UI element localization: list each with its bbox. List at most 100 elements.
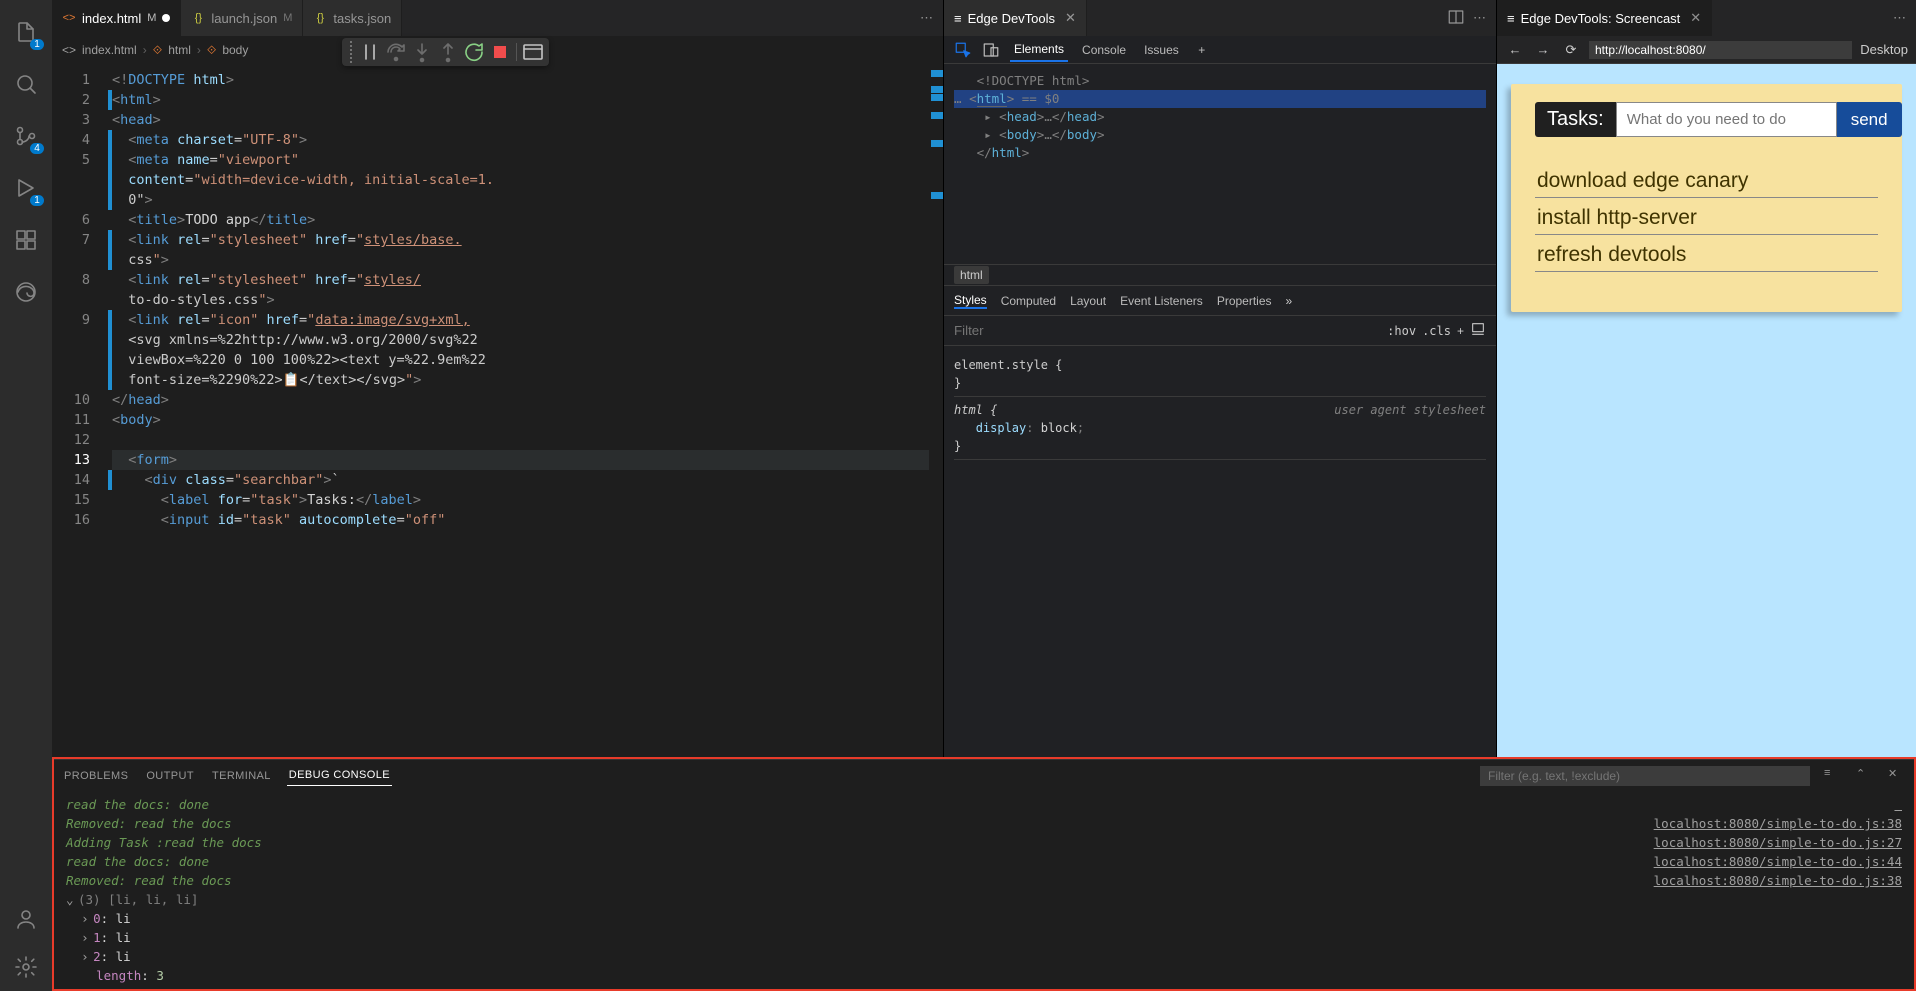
add-tab-icon[interactable]: + [1193, 41, 1211, 59]
wrap-lines-icon[interactable]: ≡ [1824, 767, 1842, 785]
todo-app: Tasks: send download edge canaryinstall … [1511, 84, 1902, 312]
code-editor[interactable]: 12345678910111213141516 <!DOCTYPE html><… [52, 64, 943, 757]
settings-gear-icon[interactable] [2, 943, 50, 991]
close-panel-icon[interactable]: ✕ [1888, 767, 1906, 785]
todo-item[interactable]: install http-server [1535, 198, 1878, 235]
restart-icon[interactable] [462, 40, 486, 64]
devtools-tabs: ≡ Edge DevTools ✕ ⋯ [944, 0, 1496, 36]
source-link[interactable]: localhost:8080/simple-to-do.js:38 [1622, 871, 1902, 890]
task-input[interactable] [1616, 102, 1837, 137]
add-rule-icon[interactable]: + [1457, 324, 1464, 338]
step-into-icon[interactable] [410, 40, 434, 64]
dom-node[interactable]: <!DOCTYPE html> [977, 73, 1090, 88]
collapse-icon[interactable]: ⌃ [1856, 767, 1874, 785]
source-link[interactable]: localhost:8080/simple-to-do.js:44 [1622, 852, 1902, 871]
extensions-icon[interactable] [2, 216, 50, 264]
tab-tasks-json[interactable]: {} tasks.json [303, 0, 402, 36]
source-control-icon[interactable]: 4 [2, 112, 50, 160]
more-actions-icon[interactable]: ⋯ [920, 10, 933, 26]
dirty-dot-icon [162, 14, 170, 22]
dom-breadcrumb[interactable]: html [944, 264, 1496, 286]
tab-layout[interactable]: Layout [1070, 294, 1106, 308]
screencast-tabs: ≡ Edge DevTools: Screencast ✕ ⋯ [1497, 0, 1916, 36]
brace: } [954, 374, 1486, 392]
css-value[interactable]: block [1041, 421, 1077, 435]
more-actions-icon[interactable]: ⋯ [1893, 10, 1906, 26]
json-file-icon: {} [313, 11, 327, 25]
tab-elements[interactable]: Elements [1010, 38, 1068, 62]
tab-index-html[interactable]: <> index.html M [52, 0, 181, 36]
tab-computed[interactable]: Computed [1001, 294, 1056, 308]
open-browser-icon[interactable] [521, 40, 545, 64]
todo-item[interactable]: refresh devtools [1535, 235, 1878, 272]
dom-tree[interactable]: <!DOCTYPE html> … <html> == $0 ▸ <head>…… [944, 64, 1496, 264]
tab-screencast[interactable]: ≡ Edge DevTools: Screencast ✕ [1497, 0, 1712, 36]
grip-icon[interactable] [346, 41, 356, 63]
minimap[interactable] [929, 64, 943, 757]
breadcrumb-item[interactable]: html [168, 43, 191, 57]
explorer-icon[interactable]: 1 [2, 8, 50, 56]
tab-debug-console[interactable]: DEBUG CONSOLE [287, 765, 392, 786]
hov-toggle[interactable]: :hov [1387, 324, 1416, 338]
source-link[interactable]: localhost:8080/simple-to-do.js:38 [1622, 814, 1902, 833]
tab-launch-json[interactable]: {} launch.json M [181, 0, 303, 36]
edge-icon[interactable] [2, 268, 50, 316]
tab-properties[interactable]: Properties [1217, 294, 1272, 308]
step-out-icon[interactable] [436, 40, 460, 64]
styles-filter-input[interactable] [954, 323, 1381, 338]
breadcrumb-item[interactable]: html [954, 266, 989, 284]
forward-icon[interactable]: → [1533, 40, 1553, 60]
more-tabs-icon[interactable]: » [1286, 294, 1293, 308]
device-select[interactable]: Desktop [1860, 42, 1908, 57]
styles-pane[interactable]: element.style { } user agent stylesheet … [944, 346, 1496, 466]
more-actions-icon[interactable]: ⋯ [1473, 10, 1486, 26]
cls-toggle[interactable]: .cls [1422, 324, 1451, 338]
device-toolbar-icon[interactable] [1470, 321, 1486, 340]
editor-tabs: <> index.html M {} launch.json M {} task… [52, 0, 943, 36]
breadcrumb: <> index.html › ⟐ html › ⟐ body [52, 36, 943, 64]
bracket-icon: ⟐ [207, 43, 216, 58]
tab-label: index.html [82, 11, 141, 26]
tab-output[interactable]: OUTPUT [144, 766, 196, 786]
close-icon[interactable]: ✕ [1690, 10, 1701, 26]
tab-terminal[interactable]: TERMINAL [210, 766, 273, 786]
split-editor-icon[interactable] [1447, 8, 1465, 29]
styles-filter-bar: :hov .cls + [944, 316, 1496, 346]
debug-badge: 1 [30, 195, 44, 206]
tab-styles[interactable]: Styles [954, 293, 987, 309]
tab-label: Edge DevTools [968, 11, 1055, 26]
send-button[interactable]: send [1837, 102, 1902, 137]
pause-icon[interactable] [358, 40, 382, 64]
devtools-toolbar: Elements Console Issues + [944, 36, 1496, 64]
stop-icon[interactable] [488, 40, 512, 64]
tab-label: tasks.json [333, 11, 391, 26]
source-link[interactable]: localhost:8080/simple-to-do.js:27 [1622, 833, 1902, 852]
run-debug-icon[interactable]: 1 [2, 164, 50, 212]
css-property[interactable]: display [976, 421, 1027, 435]
tab-event-listeners[interactable]: Event Listeners [1120, 294, 1203, 308]
url-input[interactable] [1589, 41, 1852, 59]
console-filter-input[interactable] [1480, 766, 1810, 786]
step-over-icon[interactable] [384, 40, 408, 64]
back-icon[interactable]: ← [1505, 40, 1525, 60]
accounts-icon[interactable] [2, 895, 50, 943]
todo-item[interactable]: download edge canary [1535, 161, 1878, 198]
inspect-element-icon[interactable] [954, 41, 972, 59]
html-file-icon: <> [62, 43, 76, 57]
tab-label: Edge DevTools: Screencast [1521, 11, 1681, 26]
breadcrumb-file[interactable]: index.html [82, 43, 137, 57]
screencast-toolbar: ← → ⟳ Desktop [1497, 36, 1916, 64]
reload-icon[interactable]: ⟳ [1561, 40, 1581, 60]
modified-indicator: M [283, 12, 292, 24]
close-icon[interactable]: ✕ [1065, 10, 1076, 26]
tab-problems[interactable]: PROBLEMS [62, 766, 130, 786]
search-icon[interactable] [2, 60, 50, 108]
screencast-canvas[interactable]: Tasks: send download edge canaryinstall … [1497, 64, 1916, 757]
tab-issues[interactable]: Issues [1140, 39, 1183, 61]
devtools-icon: ≡ [1507, 11, 1515, 26]
device-toggle-icon[interactable] [982, 41, 1000, 59]
tab-edge-devtools[interactable]: ≡ Edge DevTools ✕ [944, 0, 1087, 36]
tab-label: launch.json [211, 11, 277, 26]
tab-console[interactable]: Console [1078, 39, 1130, 61]
breadcrumb-item[interactable]: body [222, 43, 248, 57]
